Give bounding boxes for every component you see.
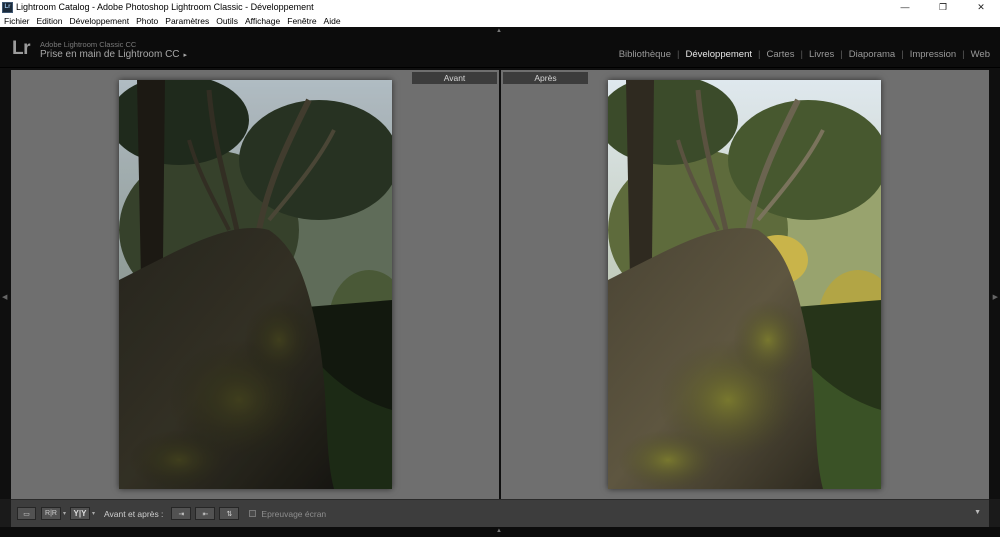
compare-workspace: ◀ ▶ Avant Après: [0, 68, 1000, 499]
module-separator: |: [800, 49, 803, 60]
after-label: Après: [503, 72, 588, 84]
module-developpement[interactable]: Développement: [685, 49, 752, 60]
caret-right-icon: ▸: [183, 51, 188, 59]
module-separator: |: [677, 49, 680, 60]
module-bibliotheque[interactable]: Bibliothèque: [619, 49, 671, 60]
catalog-name-label: Prise en main de Lightroom CC: [40, 49, 180, 60]
before-after-label: Avant et après :: [104, 508, 164, 519]
before-after-split-button[interactable]: Y|Y: [70, 507, 91, 520]
module-livres[interactable]: Livres: [809, 49, 834, 60]
module-cartes[interactable]: Cartes: [766, 49, 794, 60]
before-photo[interactable]: [119, 80, 392, 489]
copy-before-to-after-button[interactable]: ⇥: [171, 507, 192, 520]
after-panel: Après: [501, 70, 989, 499]
before-label: Avant: [412, 72, 497, 84]
swap-before-after-button[interactable]: ⇅: [219, 507, 240, 520]
copy-after-to-before-button[interactable]: ⇤: [195, 507, 216, 520]
menu-aide[interactable]: Aide: [324, 16, 341, 26]
toolbar-menu-icon[interactable]: ▼: [974, 509, 981, 516]
copy-right-icon: ⇥: [178, 510, 185, 518]
left-panel-toggle-icon[interactable]: ◀: [2, 293, 7, 301]
before-panel: Avant: [11, 70, 499, 499]
window-title-bar: Lr Lightroom Catalog - Adobe Photoshop L…: [0, 0, 1000, 14]
module-web[interactable]: Web: [971, 49, 990, 60]
window-controls: — ❐ ✕: [886, 0, 1000, 14]
lightroom-app-icon: Lr: [2, 1, 13, 13]
after-photo[interactable]: [608, 80, 881, 489]
bottom-panel-toggle-icon[interactable]: ▲: [496, 528, 502, 534]
module-impression[interactable]: Impression: [910, 49, 956, 60]
module-picker: Bibliothèque | Développement | Cartes | …: [619, 49, 990, 60]
menu-fichier[interactable]: Fichier: [4, 16, 30, 26]
menu-edition[interactable]: Edition: [37, 16, 63, 26]
filmstrip-strip: ▲: [0, 527, 1000, 537]
menu-developpement[interactable]: Développement: [70, 16, 130, 26]
module-diaporama[interactable]: Diaporama: [849, 49, 895, 60]
module-separator: |: [962, 49, 965, 60]
right-panel-toggle-icon[interactable]: ▶: [993, 293, 998, 301]
loupe-view-button[interactable]: ▭: [17, 507, 36, 520]
top-panel-toggle-icon[interactable]: ▲: [496, 28, 502, 34]
after-photo-image: [608, 80, 881, 489]
restore-button[interactable]: ❐: [924, 0, 962, 14]
chevron-down-icon[interactable]: ▾: [92, 510, 95, 517]
before-photo-image: [119, 80, 392, 489]
chevron-down-icon[interactable]: ▾: [63, 510, 66, 517]
menu-fenetre[interactable]: Fenêtre: [287, 16, 316, 26]
menu-outils[interactable]: Outils: [216, 16, 238, 26]
identity-plate: ▲ Lr Adobe Lightroom Classic CC Prise en…: [0, 27, 1000, 68]
menu-parametres[interactable]: Paramètres: [165, 16, 209, 26]
copy-left-icon: ⇤: [202, 510, 209, 518]
before-after-left-right-button[interactable]: R|R: [41, 507, 61, 520]
module-separator: |: [758, 49, 761, 60]
close-button[interactable]: ✕: [962, 0, 1000, 14]
catalog-name[interactable]: Prise en main de Lightroom CC ▸: [40, 49, 187, 60]
minimize-button[interactable]: —: [886, 0, 924, 14]
window-title: Lightroom Catalog - Adobe Photoshop Ligh…: [16, 2, 314, 12]
module-separator: |: [840, 49, 843, 60]
product-name: Adobe Lightroom Classic CC: [40, 40, 137, 49]
menu-affichage[interactable]: Affichage: [245, 16, 280, 26]
module-separator: |: [901, 49, 904, 60]
develop-toolbar: ▭ R|R ▾ Y|Y ▾ Avant et après : ⇥ ⇤ ⇅ Epr…: [11, 499, 989, 527]
swap-icon: ⇅: [226, 510, 233, 518]
soft-proof-label[interactable]: Epreuvage écran: [261, 509, 326, 519]
lightroom-logo: Lr: [12, 38, 31, 59]
menu-bar: Fichier Edition Développement Photo Para…: [0, 14, 1000, 27]
menu-photo[interactable]: Photo: [136, 16, 158, 26]
soft-proof-checkbox[interactable]: [249, 510, 257, 517]
